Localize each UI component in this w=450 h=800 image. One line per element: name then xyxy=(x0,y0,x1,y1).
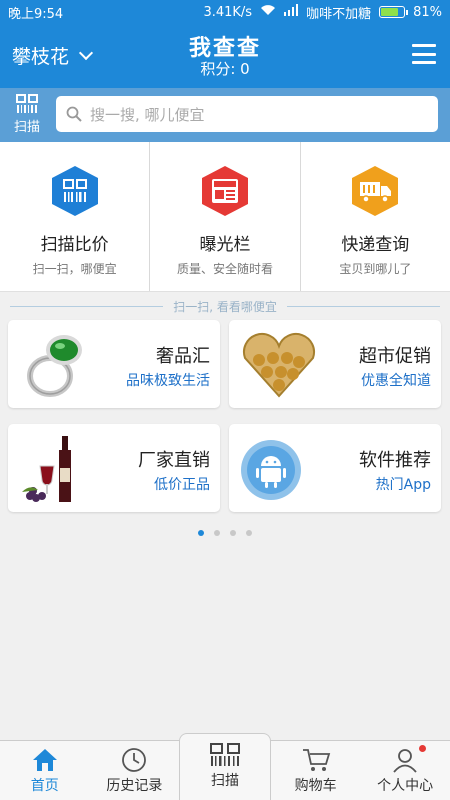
card-subtitle: 低价正品 xyxy=(154,477,210,493)
news-icon xyxy=(201,166,248,216)
home-icon xyxy=(32,749,57,771)
card-title: 奢品汇 xyxy=(156,346,210,367)
search-icon xyxy=(66,106,82,122)
card-supermarket[interactable]: 超市促销 优惠全知道 xyxy=(229,320,441,408)
notification-dot xyxy=(418,745,426,752)
card-software[interactable]: 软件推荐 热门App xyxy=(229,424,441,512)
barcode-icon xyxy=(209,743,240,766)
ring-icon xyxy=(27,335,82,397)
search-bar: 扫描 搜一搜, 哪儿便宜 xyxy=(0,88,450,142)
feature-title: 曝光栏 xyxy=(199,235,251,255)
feature-exposure[interactable]: 曝光栏 质量、安全随时看 xyxy=(150,142,301,291)
feature-express-query[interactable]: 快递查询 宝贝到哪儿了 xyxy=(301,142,450,291)
battery-icon xyxy=(379,6,409,18)
tab-label: 历史记录 xyxy=(106,778,163,794)
battery-percent: 81% xyxy=(413,4,442,20)
status-time: 晚上9:54 xyxy=(8,6,64,22)
tab-label: 购物车 xyxy=(294,778,337,794)
tab-label: 个人中心 xyxy=(377,778,434,794)
status-bar: 晚上9:54 3.41K/s 咖啡不加糖 81% xyxy=(0,0,450,24)
page-dot xyxy=(198,530,204,536)
feature-grid: 扫描比价 扫一扫，哪便宜 曝光栏 质量、安全随时看 快递查询 宝贝到哪儿了 xyxy=(0,142,450,292)
network-speed: 3.41K/s xyxy=(203,4,253,20)
card-subtitle: 优惠全知道 xyxy=(361,373,431,389)
card-title: 软件推荐 xyxy=(359,450,431,471)
clock-icon xyxy=(122,748,147,772)
tab-profile[interactable]: 个人中心 xyxy=(360,741,450,800)
tab-scan[interactable]: 扫描 xyxy=(179,733,271,800)
feature-subtitle: 质量、安全随时看 xyxy=(176,262,273,276)
tab-home[interactable]: 首页 xyxy=(0,741,90,800)
card-subtitle: 品味极致生活 xyxy=(126,373,210,389)
card-title: 超市促销 xyxy=(359,346,431,367)
divider-text: 扫一扫, 看看哪便宜 xyxy=(173,299,277,314)
card-title: 厂家直销 xyxy=(138,450,210,471)
card-luxury[interactable]: 奢品汇 品味极致生活 xyxy=(8,320,220,408)
scan-button[interactable]: 扫描 xyxy=(6,94,48,138)
bottom-tab-bar: 首页 历史记录 扫描 购物车 个人中心 xyxy=(0,733,450,800)
carrier-name: 咖啡不加糖 xyxy=(306,6,372,22)
search-placeholder: 搜一搜, 哪儿便宜 xyxy=(90,105,205,124)
feature-title: 扫描比价 xyxy=(40,235,109,255)
android-icon xyxy=(241,440,301,500)
tab-history[interactable]: 历史记录 xyxy=(90,741,180,800)
person-icon xyxy=(393,749,417,773)
truck-icon xyxy=(352,166,399,216)
page-dot xyxy=(214,530,220,536)
section-divider: 扫一扫, 看看哪便宜 xyxy=(0,296,450,316)
chocolate-box-icon xyxy=(242,333,316,398)
feature-subtitle: 扫一扫，哪便宜 xyxy=(32,262,117,276)
card-factory-direct[interactable]: 厂家直销 低价正品 xyxy=(8,424,220,512)
card-subtitle: 热门App xyxy=(375,477,431,493)
feature-subtitle: 宝贝到哪儿了 xyxy=(339,262,412,276)
search-input[interactable]: 搜一搜, 哪儿便宜 xyxy=(56,96,438,132)
signal-icon xyxy=(284,4,299,20)
tab-label: 扫描 xyxy=(210,773,239,789)
feature-title: 快递查询 xyxy=(341,235,410,255)
scan-label: 扫描 xyxy=(13,120,40,135)
wine-icon xyxy=(22,436,71,502)
wifi-icon xyxy=(260,4,276,20)
tab-cart[interactable]: 购物车 xyxy=(271,741,361,800)
menu-icon[interactable] xyxy=(412,44,436,64)
tab-label: 首页 xyxy=(30,778,59,794)
page-indicator xyxy=(0,530,450,536)
cart-icon xyxy=(302,749,330,771)
page-dot xyxy=(230,530,236,536)
barcode-icon xyxy=(51,166,98,216)
page-dot xyxy=(246,530,252,536)
score-label: 积分: 0 xyxy=(200,60,250,78)
app-header: 攀枝花 我查查 积分: 0 xyxy=(0,24,450,88)
feature-scan-compare[interactable]: 扫描比价 扫一扫，哪便宜 xyxy=(0,142,151,291)
barcode-icon xyxy=(16,94,38,113)
